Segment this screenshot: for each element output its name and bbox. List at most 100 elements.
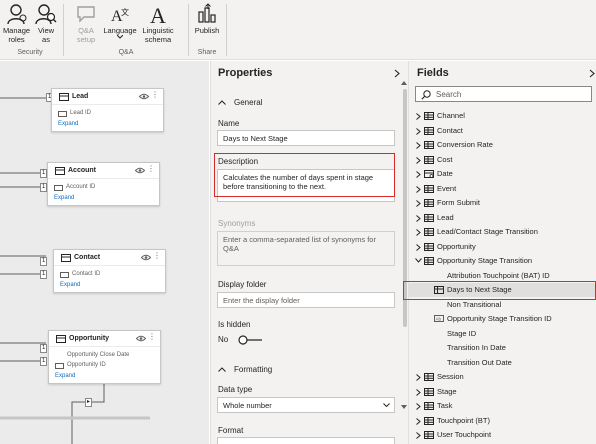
expand-link[interactable]: Expand — [60, 282, 80, 288]
card-field[interactable]: Contact ID — [72, 271, 100, 277]
view-as-button[interactable]: View as — [33, 3, 59, 44]
chevron-right-icon[interactable] — [416, 171, 421, 178]
field-table-item[interactable]: Conversion Rate — [409, 138, 595, 152]
chevron-right-icon[interactable] — [589, 69, 595, 78]
field-label: Session — [437, 372, 464, 381]
linguistic-schema-button[interactable]: A Linguistic schema — [138, 3, 178, 44]
field-table-item[interactable]: Cost — [409, 153, 595, 167]
field-table-item[interactable]: Opportunity Stage Transition — [409, 254, 595, 268]
format-select[interactable] — [217, 437, 395, 444]
field-column-item[interactable]: Ab Opportunity Stage Transition ID — [409, 312, 595, 326]
chevron-right-icon[interactable] — [416, 113, 421, 120]
table-card-contact[interactable]: Contact ⋮ Contact ID Expand — [53, 249, 166, 293]
field-table-item[interactable]: Opportunity — [409, 240, 595, 254]
eye-icon[interactable] — [141, 254, 151, 261]
card-field[interactable]: Opportunity Close Date — [67, 352, 129, 358]
table-card-opportunity[interactable]: Opportunity ⋮ Opportunity Close Date Opp… — [48, 330, 161, 384]
field-table-item[interactable]: Form Submit — [409, 196, 595, 210]
field-label: Opportunity — [437, 241, 476, 251]
chevron-right-icon[interactable] — [416, 388, 421, 396]
chevron-right-icon[interactable] — [416, 374, 421, 381]
eye-icon[interactable] — [135, 167, 145, 174]
formatting-section-header[interactable]: Formatting — [234, 365, 272, 374]
more-options-icon[interactable]: ⋮ — [147, 165, 155, 173]
qa-setup-icon — [77, 6, 95, 23]
date-table-icon — [424, 170, 434, 178]
chevron-right-icon[interactable] — [416, 229, 421, 236]
chevron-right-icon[interactable] — [416, 127, 421, 135]
display-folder-field[interactable]: Enter the display folder — [217, 292, 395, 308]
eye-icon[interactable] — [139, 93, 149, 100]
field-table-item[interactable]: Event — [409, 182, 595, 196]
is-hidden-label: Is hidden — [218, 320, 251, 329]
share-group-label: Share — [197, 49, 217, 56]
eye-icon[interactable] — [136, 335, 146, 342]
chevron-right-icon[interactable] — [416, 243, 421, 251]
field-table-item[interactable]: Touchpoint (BT) — [409, 414, 595, 428]
card-field[interactable]: Lead ID — [70, 110, 91, 116]
field-table-item[interactable]: Lead/Contact Stage Transition — [409, 225, 595, 239]
chevron-down-icon[interactable] — [415, 258, 422, 263]
table-card-lead[interactable]: Lead ⋮ Lead ID Expand — [51, 88, 164, 132]
chevron-right-icon[interactable] — [416, 417, 421, 425]
format-label: Format — [218, 426, 244, 435]
card-field[interactable]: Account ID — [66, 184, 95, 190]
expand-link[interactable]: Expand — [55, 373, 75, 379]
relationship-cardinality: 1 — [40, 357, 48, 366]
general-section-header[interactable]: General — [234, 98, 262, 107]
card-field[interactable]: Opportunity ID — [67, 362, 106, 368]
chevron-right-icon[interactable] — [394, 69, 400, 78]
chevron-up-icon[interactable] — [218, 100, 226, 105]
field-table-item[interactable]: Lead — [409, 211, 595, 225]
chevron-right-icon[interactable] — [416, 403, 421, 410]
qa-setup-label: Q&A setup — [76, 26, 96, 44]
field-label: Form Submit — [437, 198, 480, 207]
chevron-right-icon[interactable] — [416, 156, 421, 164]
more-options-icon[interactable]: ⋮ — [151, 91, 159, 99]
chevron-right-icon[interactable] — [416, 142, 421, 149]
field-column-item[interactable]: Stage ID — [409, 327, 595, 341]
publish-button[interactable]: Publish — [191, 3, 223, 35]
field-table-item[interactable]: Stage — [409, 385, 595, 399]
field-table-item[interactable]: Date — [409, 167, 595, 181]
data-type-label: Data type — [218, 385, 253, 394]
more-options-icon[interactable]: ⋮ — [148, 333, 156, 341]
chevron-right-icon[interactable] — [416, 432, 421, 439]
field-table-item[interactable]: Task — [409, 399, 595, 413]
chevron-down-icon — [117, 35, 123, 39]
chevron-up-icon[interactable] — [218, 367, 226, 372]
field-table-item[interactable]: Channel — [409, 109, 595, 123]
language-button[interactable]: A 文 Language — [102, 3, 138, 39]
table-icon — [424, 112, 434, 120]
expand-link[interactable]: Expand — [54, 195, 74, 201]
svg-text:Ab: Ab — [436, 317, 442, 322]
publish-icon — [198, 3, 216, 23]
relationship-cardinality: 1 — [40, 257, 48, 266]
field-label: Event — [437, 183, 457, 193]
is-hidden-toggle[interactable] — [238, 335, 264, 345]
relationship-direction-arrow: ▸ — [85, 398, 93, 407]
field-column-item[interactable]: Transition Out Date — [409, 356, 595, 370]
field-table-item[interactable]: User Touchpoint — [409, 428, 595, 442]
field-id-icon: Ab — [434, 315, 444, 322]
expand-link[interactable]: Expand — [58, 121, 78, 127]
language-icon: A 文 — [111, 7, 129, 25]
name-field[interactable]: Days to Next Stage — [217, 130, 395, 146]
table-card-account[interactable]: Account ⋮ Account ID Expand — [47, 162, 160, 206]
field-column-item[interactable]: Transition In Date — [409, 341, 595, 355]
data-type-select[interactable]: Whole number — [217, 397, 395, 413]
more-options-icon[interactable]: ⋮ — [153, 252, 161, 260]
linguistic-schema-icon: A — [150, 3, 166, 25]
chevron-right-icon[interactable] — [416, 214, 421, 222]
model-canvas[interactable]: 1 1 1 1 1 1 1 ▸ Lead ⋮ Lead ID Expand Ac… — [0, 61, 209, 444]
scroll-up-icon[interactable] — [401, 81, 407, 85]
scroll-down-icon[interactable] — [401, 405, 407, 409]
chevron-right-icon[interactable] — [416, 185, 421, 193]
manage-roles-button[interactable]: Manage roles — [0, 3, 33, 44]
field-table-item[interactable]: Contact — [409, 124, 595, 138]
chevron-right-icon[interactable] — [416, 200, 421, 207]
synonyms-field[interactable]: Enter a comma-separated list of synonyms… — [217, 231, 395, 266]
field-table-item[interactable]: Session — [409, 370, 595, 384]
qa-setup-button[interactable]: Q&A setup — [69, 3, 103, 44]
search-input[interactable]: Search — [415, 86, 592, 102]
